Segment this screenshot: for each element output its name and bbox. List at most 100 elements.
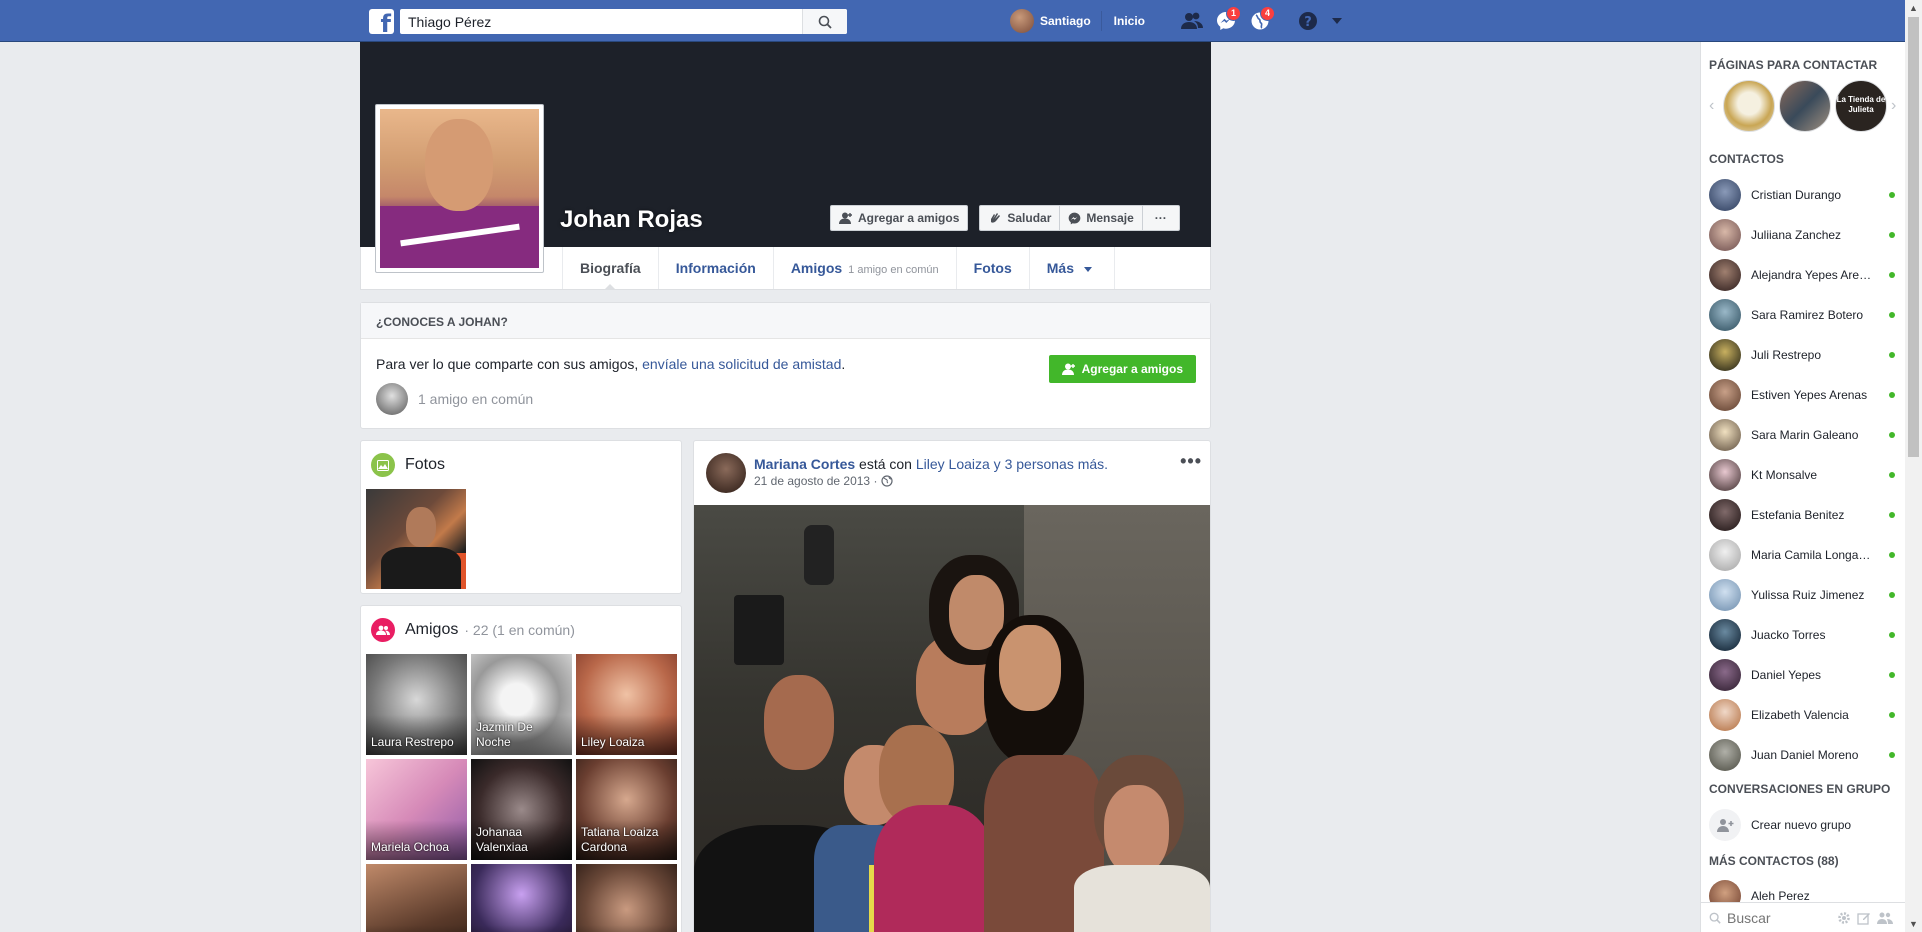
friend-tile[interactable]: Johanaa Valenxiaa: [471, 759, 572, 860]
friend-tile[interactable]: [576, 864, 677, 932]
gear-icon[interactable]: [1837, 911, 1851, 925]
help-button[interactable]: ?: [1291, 0, 1325, 42]
tab-timeline[interactable]: Biografía: [562, 247, 658, 290]
messages-button[interactable]: 1: [1209, 0, 1243, 42]
contact-item[interactable]: Maria Camila Longas Ochoa: [1709, 537, 1899, 573]
friend-tile[interactable]: Jazmin De Noche: [471, 654, 572, 755]
post-photo[interactable]: [694, 505, 1210, 932]
page-avatar[interactable]: [1723, 80, 1775, 132]
scroll-up-arrow-icon[interactable]: ▲: [1909, 3, 1918, 13]
online-status-dot: [1889, 672, 1895, 678]
contact-item[interactable]: Juan Daniel Moreno: [1709, 737, 1899, 773]
notifications-button[interactable]: 4: [1243, 0, 1277, 42]
contact-name: Daniel Yepes: [1751, 668, 1822, 682]
contact-item[interactable]: Cristian Durango: [1709, 177, 1899, 213]
tab-about[interactable]: Información: [657, 247, 773, 289]
friend-requests-button[interactable]: [1175, 0, 1209, 42]
pages-header: Páginas para contactar: [1709, 58, 1878, 72]
avatar: [1709, 739, 1741, 771]
friend-tile[interactable]: Laura Restrepo: [366, 654, 467, 755]
svg-text:?: ?: [1304, 15, 1312, 30]
avatar: [1709, 539, 1741, 571]
online-status-dot: [1889, 432, 1895, 438]
page-scrollbar[interactable]: ▲ ▼: [1905, 0, 1922, 932]
friends-card: Amigos · 22 (1 en común) Laura Restrepo …: [360, 605, 682, 932]
contact-name: Aleh Perez: [1751, 889, 1810, 903]
search-icon: [818, 15, 832, 29]
contact-item[interactable]: Juliiana Zanchez: [1709, 217, 1899, 253]
poke-button[interactable]: Saludar: [979, 205, 1061, 231]
contact-item[interactable]: Daniel Yepes: [1709, 657, 1899, 693]
chevron-right-icon[interactable]: ›: [1891, 97, 1901, 115]
create-group-button[interactable]: Crear nuevo grupo: [1709, 807, 1899, 843]
tab-friends[interactable]: Amigos 1 amigo en común: [772, 247, 956, 289]
know-user-card: ¿Conoces a Johan? Para ver lo que compar…: [360, 302, 1211, 429]
wave-hand-icon: [991, 213, 1001, 223]
scroll-down-arrow-icon[interactable]: ▼: [1909, 919, 1918, 929]
friend-tile[interactable]: Liley Loaiza: [576, 654, 677, 755]
tab-label: Más: [1046, 260, 1074, 276]
search-input[interactable]: [400, 9, 802, 34]
friends-title: Amigos: [405, 621, 459, 638]
contact-name: Alejandra Yepes Arenas: [1751, 268, 1876, 282]
chat-search-input[interactable]: [1727, 909, 1827, 926]
add-friend-button[interactable]: Agregar a amigos: [1048, 355, 1196, 383]
contact-item[interactable]: Elizabeth Valencia: [1709, 697, 1899, 733]
add-friend-icon: [1061, 363, 1075, 375]
tagged-people-link[interactable]: Liley Loaiza y 3 personas más.: [916, 456, 1108, 472]
scrollbar-thumb[interactable]: [1908, 17, 1919, 457]
more-options-button[interactable]: ···: [1141, 205, 1180, 231]
add-friend-label: Agregar a amigos: [858, 211, 960, 225]
pages-carousel: ‹ La Tienda de Julieta ›: [1709, 80, 1901, 132]
contact-item[interactable]: Juli Restrepo: [1709, 337, 1899, 373]
chevron-left-icon[interactable]: ‹: [1709, 97, 1719, 115]
add-friend-button[interactable]: Agregar a amigos: [830, 205, 969, 231]
tab-more[interactable]: Más: [1028, 247, 1115, 289]
page-avatar[interactable]: La Tienda de Julieta: [1835, 80, 1887, 132]
tab-photos[interactable]: Fotos: [955, 247, 1029, 289]
avatar[interactable]: [706, 453, 746, 493]
contact-item[interactable]: Estefania Benitez: [1709, 497, 1899, 533]
post-options-button[interactable]: •••: [1180, 451, 1202, 472]
friend-tile[interactable]: [366, 864, 467, 932]
account-menu-button[interactable]: [1325, 0, 1349, 42]
home-link[interactable]: Inicio: [1100, 11, 1157, 31]
contact-item[interactable]: Yulissa Ruiz Jimenez: [1709, 577, 1899, 613]
contact-item[interactable]: Juacko Torres: [1709, 617, 1899, 653]
profile-name[interactable]: Johan Rojas: [560, 206, 703, 234]
photos-title-row[interactable]: Fotos: [361, 441, 681, 489]
post-author-link[interactable]: Mariana Cortes: [754, 456, 855, 472]
message-label: Mensaje: [1086, 211, 1134, 225]
mutual-count: 1 amigo en común: [848, 264, 939, 276]
search-box: [400, 9, 847, 34]
group-conversations-header: Conversaciones en grupo: [1709, 782, 1891, 796]
photo-thumbnail[interactable]: [366, 489, 466, 589]
contact-item[interactable]: Kt Monsalve: [1709, 457, 1899, 493]
friends-title-row[interactable]: Amigos · 22 (1 en común): [361, 606, 681, 654]
friend-tile[interactable]: [471, 864, 572, 932]
poke-label: Saludar: [1007, 211, 1052, 225]
contact-item[interactable]: Sara Marin Galeano: [1709, 417, 1899, 453]
friend-tile[interactable]: Mariela Ochoa: [366, 759, 467, 860]
send-request-link[interactable]: envíale una solicitud de amistad: [642, 356, 841, 372]
avatar: [1010, 9, 1034, 33]
profile-button-group: Saludar Mensaje ···: [979, 205, 1180, 231]
group-chat-icon[interactable]: [1877, 911, 1893, 925]
contact-name: Juan Daniel Moreno: [1751, 748, 1859, 762]
facebook-logo-icon[interactable]: f: [369, 9, 394, 37]
contact-item[interactable]: Alejandra Yepes Arenas: [1709, 257, 1899, 293]
compose-icon[interactable]: [1857, 911, 1871, 925]
page-avatar[interactable]: [1779, 80, 1831, 132]
contact-item[interactable]: Estiven Yepes Arenas: [1709, 377, 1899, 413]
message-button[interactable]: Mensaje: [1059, 205, 1143, 231]
online-status-dot: [1889, 712, 1895, 718]
create-group-label: Crear nuevo grupo: [1751, 818, 1852, 832]
contact-item[interactable]: Sara Ramirez Botero: [1709, 297, 1899, 333]
profile-link[interactable]: Santiago: [1000, 9, 1101, 33]
avatar: [1709, 659, 1741, 691]
profile-picture[interactable]: [375, 104, 544, 273]
mutual-friends[interactable]: 1 amigo en común: [376, 383, 533, 415]
friend-tile[interactable]: Tatiana Loaiza Cardona: [576, 759, 677, 860]
post-date-link[interactable]: 21 de agosto de 2013 ·: [754, 473, 877, 489]
search-button[interactable]: [802, 9, 847, 34]
